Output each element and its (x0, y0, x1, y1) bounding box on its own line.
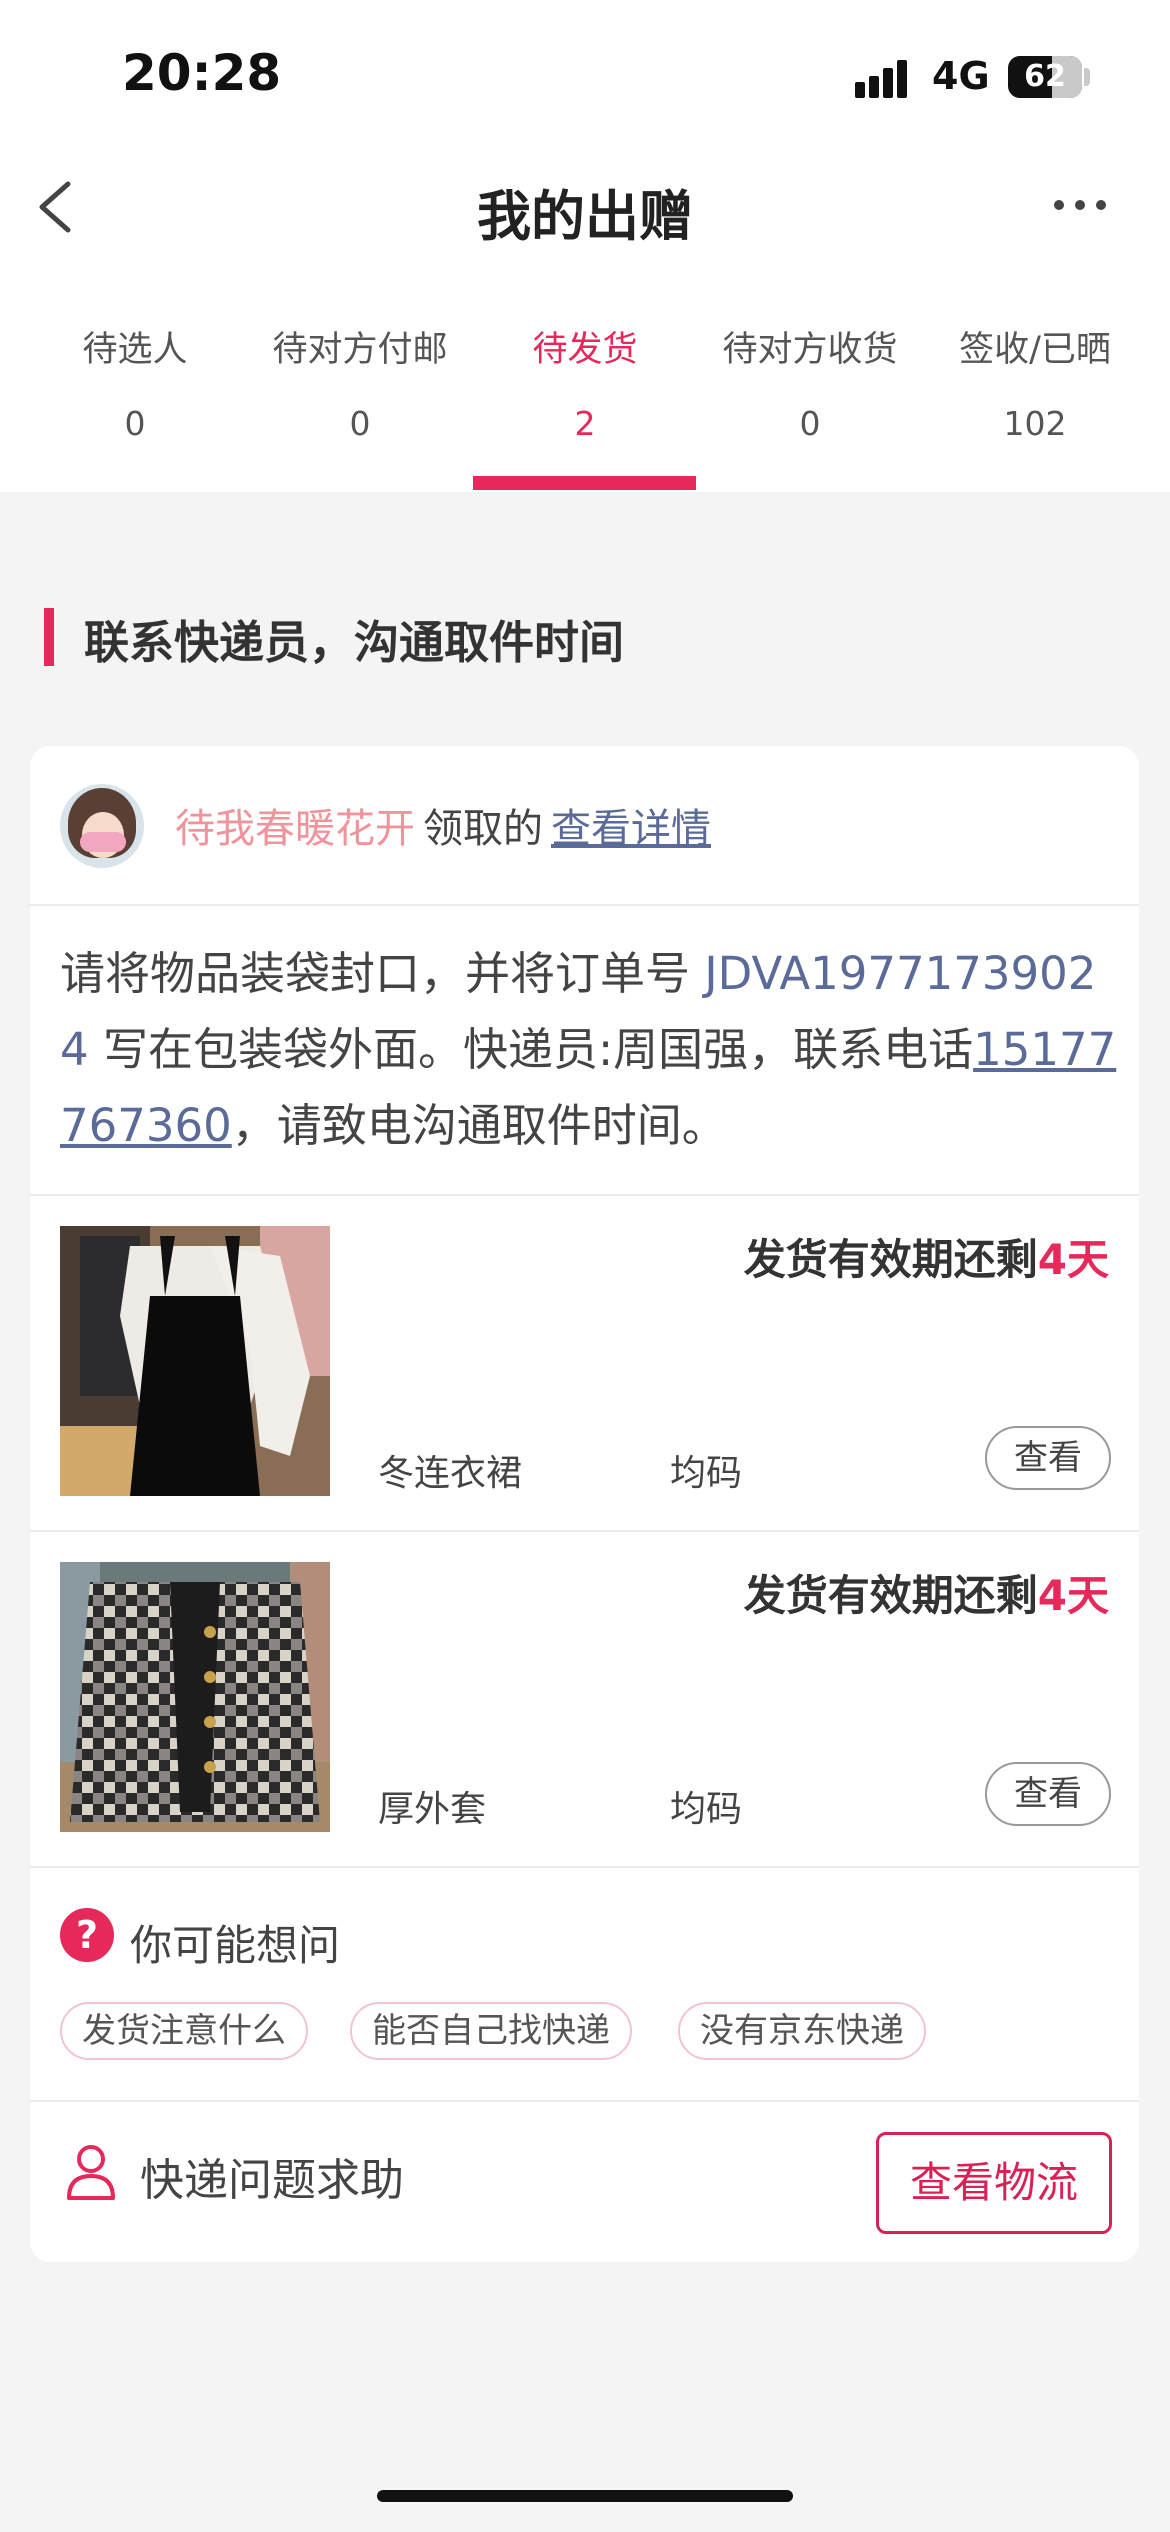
shipping-deadline: 发货有效期还剩4天 (744, 1226, 1109, 1287)
status-tabs: 待选人 0 待对方付邮 0 待发货 2 待对方收货 0 签收/已晒 102 (0, 320, 1170, 490)
tab-label: 待对方收货 (722, 330, 898, 370)
section-title: 联系快递员，沟通取件时间 (84, 616, 625, 669)
home-indicator[interactable] (377, 2490, 793, 2502)
battery-tip (1084, 68, 1090, 86)
battery-level: 62 (1024, 59, 1066, 94)
divider (30, 2100, 1139, 2102)
item-name: 冬连衣裙 (378, 1453, 523, 1494)
person-icon (64, 2142, 118, 2202)
status-bar: 20:28 4G 62 (0, 0, 1170, 150)
order-card: 待我春暖花开 领取的 查看详情 请将物品装袋封口，并将订单号 JDVA1977173… (30, 746, 1139, 2262)
faq-title: 你可能想问 (130, 1921, 341, 1970)
item-size: 均码 (670, 1789, 743, 1830)
gift-item: 发货有效期还剩4天 冬连衣裙 均码 查看 (30, 1196, 1139, 1530)
shipping-deadline: 发货有效期还剩4天 (744, 1562, 1109, 1623)
item-name: 厚外套 (378, 1789, 487, 1830)
question-icon: ? (60, 1908, 114, 1962)
faq-chip[interactable]: 发货注意什么 (60, 2002, 308, 2060)
active-tab-indicator (473, 476, 696, 490)
deadline-label: 发货有效期还剩 (743, 1235, 1038, 1284)
claimer-line: 待我春暖花开 领取的 查看详情 (175, 796, 711, 854)
courier-help-link[interactable]: 快递问题求助 (140, 2144, 404, 2208)
tab-pending-select[interactable]: 待选人 0 (15, 320, 255, 443)
tab-pending-ship[interactable]: 待发货 2 (465, 320, 705, 443)
tab-pending-postage[interactable]: 待对方付邮 0 (240, 320, 480, 443)
instruction-prefix: 请将物品装袋封口，并将订单号 (60, 947, 705, 1000)
tab-label: 签收/已晒 (959, 330, 1111, 370)
view-logistics-button[interactable]: 查看物流 (876, 2132, 1112, 2234)
view-item-button[interactable]: 查看 (985, 1426, 1111, 1490)
section-accent-bar (44, 608, 54, 666)
tab-count: 102 (1003, 404, 1067, 443)
deadline-days: 4天 (1037, 1571, 1109, 1620)
avatar[interactable] (60, 784, 144, 868)
deadline-label: 发货有效期还剩 (743, 1571, 1038, 1620)
page-title: 我的出赠 (477, 185, 693, 248)
view-detail-link[interactable]: 查看详情 (551, 806, 711, 852)
item-size: 均码 (670, 1453, 743, 1494)
instruction-middle: 写在包装袋外面。快递员:周国强，联系电话 (88, 1023, 974, 1076)
faq-chip[interactable]: 没有京东快递 (678, 2002, 926, 2060)
tab-label: 待发货 (532, 330, 638, 370)
tab-label: 待对方付邮 (272, 330, 448, 370)
claimed-text: 领取的 (423, 806, 543, 852)
tab-count: 2 (574, 404, 596, 443)
claimer-nickname[interactable]: 待我春暖花开 (175, 806, 415, 852)
item-photo-dress[interactable] (60, 1226, 330, 1496)
tab-label: 待选人 (82, 330, 188, 370)
item-photo-coat[interactable] (60, 1562, 330, 1832)
tab-pending-receive[interactable]: 待对方收货 0 (690, 320, 930, 443)
tab-count: 0 (799, 404, 821, 443)
view-item-button[interactable]: 查看 (985, 1762, 1111, 1826)
packing-instruction: 请将物品装袋封口，并将订单号 JDVA19771739024 写在包装袋外面。快… (60, 936, 1120, 1164)
gift-item: 发货有效期还剩4天 厚外套 均码 查看 (30, 1532, 1139, 1866)
battery-icon: 62 (1008, 56, 1082, 98)
instruction-suffix: ，请致电沟通取件时间。 (231, 1099, 727, 1152)
divider (30, 904, 1139, 906)
signal-icon (855, 58, 915, 98)
faq-chip[interactable]: 能否自己找快递 (350, 2002, 632, 2060)
tab-received[interactable]: 签收/已晒 102 (915, 320, 1155, 443)
deadline-days: 4天 (1037, 1235, 1109, 1284)
tab-count: 0 (124, 404, 146, 443)
tab-count: 0 (349, 404, 371, 443)
divider (30, 1866, 1139, 1868)
more-icon[interactable] (1050, 180, 1110, 230)
network-type: 4G (932, 54, 990, 98)
status-time: 20:28 (122, 44, 282, 102)
